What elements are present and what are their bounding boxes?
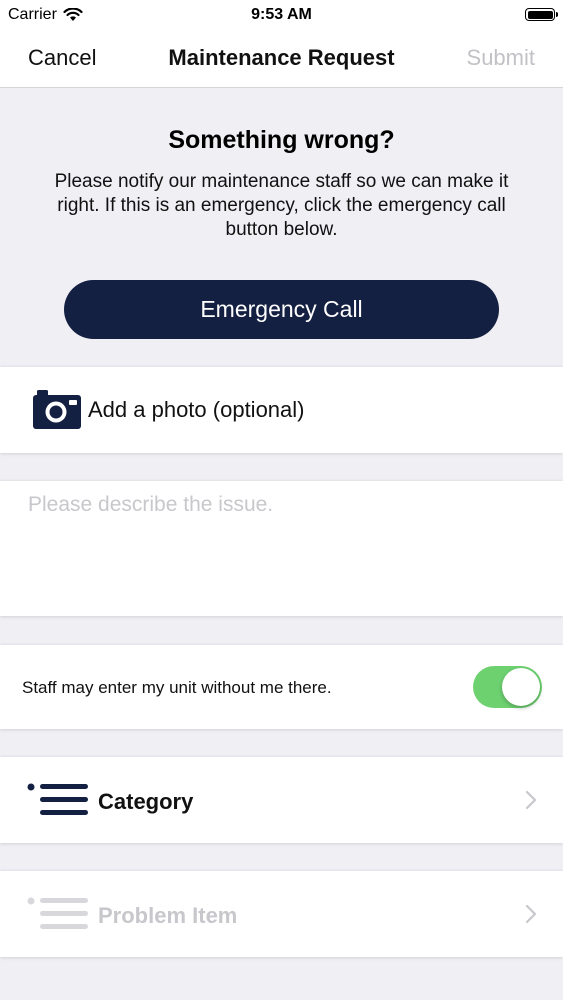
submit-button[interactable]: Submit <box>467 45 535 71</box>
toggle-knob <box>502 668 540 706</box>
entry-permission-toggle[interactable] <box>473 666 542 708</box>
status-time: 9:53 AM <box>251 6 312 23</box>
description-card <box>0 481 563 616</box>
add-photo-label: Add a photo (optional) <box>88 397 305 422</box>
issue-description-input[interactable] <box>28 493 535 603</box>
entry-permission-label: Staff may enter my unit without me there… <box>22 678 332 697</box>
chevron-right-icon <box>525 790 537 810</box>
battery-icon <box>525 8 558 21</box>
intro-heading: Something wrong? <box>168 126 395 154</box>
category-label: Category <box>98 789 194 814</box>
navigation-bar: Cancel Maintenance Request Submit <box>0 30 563 88</box>
status-bar: Carrier 9:53 AM <box>0 0 563 30</box>
problem-item-label: Problem Item <box>98 903 238 928</box>
chevron-right-icon <box>525 904 537 924</box>
list-icon <box>27 897 88 929</box>
intro-description: Please notify our maintenance staff so w… <box>54 171 509 240</box>
add-photo-row[interactable]: Add a photo (optional) <box>0 367 563 453</box>
cancel-button[interactable]: Cancel <box>28 45 96 71</box>
intro-section: Something wrong? Please notify our maint… <box>0 88 563 363</box>
category-row[interactable]: Category <box>0 757 563 843</box>
camera-icon <box>33 390 81 429</box>
problem-item-row[interactable]: Problem Item <box>0 871 563 957</box>
entry-permission-row: Staff may enter my unit without me there… <box>0 645 563 729</box>
emergency-call-button[interactable]: Emergency Call <box>64 280 499 339</box>
list-icon <box>27 783 88 815</box>
